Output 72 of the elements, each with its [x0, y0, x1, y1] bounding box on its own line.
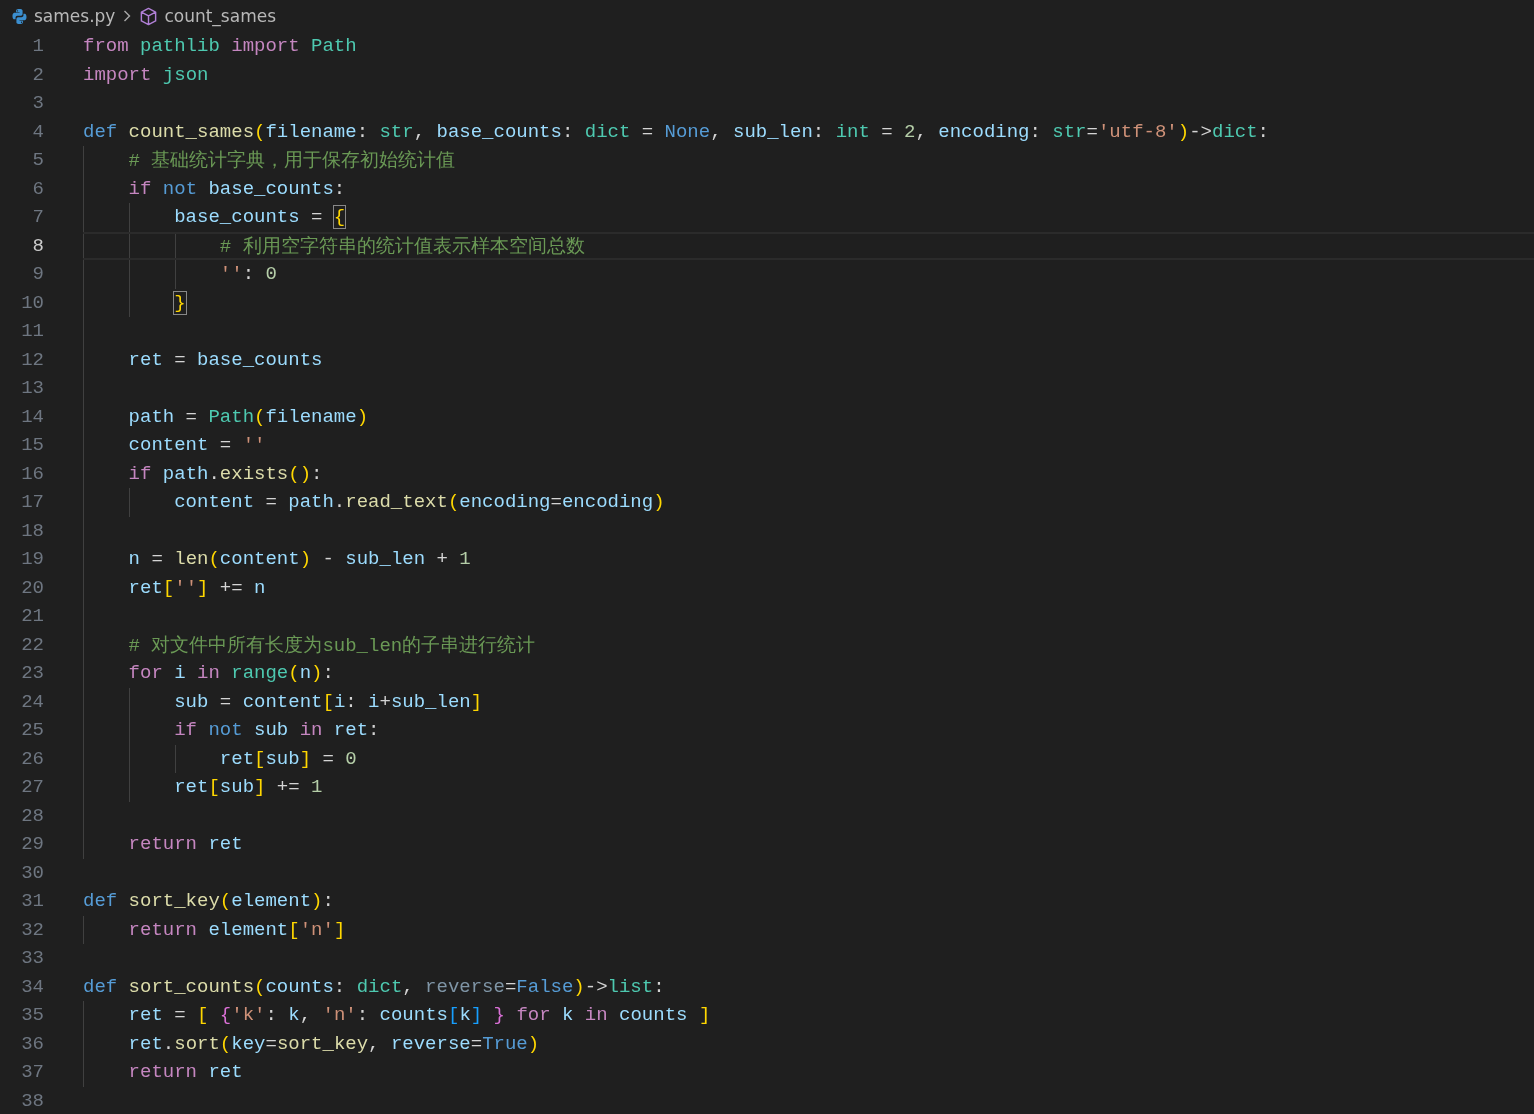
line-number: 29 [20, 833, 44, 856]
line-number: 35 [20, 1004, 44, 1027]
line-number: 33 [20, 947, 44, 970]
line-number: 22 [20, 633, 44, 656]
line-number: 18 [20, 519, 44, 542]
code-line: from pathlib import Path [83, 35, 357, 58]
line-number: 10 [20, 291, 44, 314]
breadcrumb-file[interactable]: sames.py [34, 6, 116, 26]
line-number: 30 [20, 861, 44, 884]
code-line: } [173, 291, 186, 314]
code-line: ret = [ {'k': k, 'n': counts[k] } for k in counts ] [127, 1004, 711, 1027]
line-number: 24 [20, 690, 44, 713]
code-line: n = len(content) - sub_len + 1 [127, 548, 471, 571]
line-number: 38 [20, 1089, 44, 1112]
line-number: 19 [20, 548, 44, 571]
code-line: '': 0 [218, 263, 277, 286]
code-line: def sort_key(element): [83, 890, 334, 913]
code-line: sub = content[i: i+sub_len] [173, 690, 483, 713]
line-number: 3 [31, 92, 44, 115]
line-number: 28 [20, 804, 44, 827]
line-number: 37 [20, 1061, 44, 1084]
code-line: ret = base_counts [127, 348, 323, 371]
code-line: def sort_counts(counts: dict, reverse=False)->list: [83, 975, 665, 998]
line-number: 20 [20, 576, 44, 599]
code-line: content = path.read_text(encoding=encoding) [173, 491, 665, 514]
line-number: 16 [20, 462, 44, 485]
line-number: 32 [20, 918, 44, 941]
line-number: 31 [20, 890, 44, 913]
code-line: content = '' [127, 434, 266, 457]
chevron-right-icon [123, 10, 132, 22]
code-line: return ret [127, 1061, 243, 1084]
line-number: 12 [20, 348, 44, 371]
code-line: ret[sub] = 0 [218, 747, 357, 770]
code-line: return ret [127, 833, 243, 856]
code-line: if path.exists(): [127, 462, 323, 485]
line-number: 13 [20, 377, 44, 400]
code-line: return element['n'] [127, 918, 346, 941]
code-line: ret[''] += n [127, 576, 266, 599]
code-line: # 基础统计字典，用于保存初始统计值 [127, 149, 456, 174]
code-line: # 对文件中所有长度为sub_len的子串进行统计 [127, 633, 536, 658]
line-number: 17 [20, 491, 44, 514]
cube-icon [139, 6, 159, 26]
line-number: 21 [20, 605, 44, 628]
code-line: for i in range(n): [127, 662, 334, 685]
line-number: 36 [20, 1032, 44, 1055]
line-number: 2 [31, 63, 44, 86]
code-line: ret.sort(key=sort_key, reverse=True) [127, 1032, 540, 1055]
line-number: 27 [20, 776, 44, 799]
code-line: def count_sames(filename: str, base_counts: dict = None, sub_len: int = 2, encoding: str='utf-8')->dict: [83, 120, 1269, 143]
code-line: base_counts = { [173, 206, 346, 229]
line-number: 23 [20, 662, 44, 685]
breadcrumb-symbol[interactable]: count_sames [164, 6, 277, 26]
line-number: 9 [31, 263, 44, 286]
line-number: 25 [20, 719, 44, 742]
line-number: 6 [31, 177, 44, 200]
line-number: 8 [31, 234, 44, 257]
line-number: 11 [20, 320, 44, 343]
code-line: ret[sub] += 1 [173, 776, 323, 799]
line-number: 26 [20, 747, 44, 770]
line-number: 7 [31, 206, 44, 229]
code-line: # 利用空字符串的统计值表示样本空间总数 [218, 234, 585, 259]
line-number: 4 [31, 120, 44, 143]
line-number: 1 [31, 35, 44, 58]
line-number: 14 [20, 405, 44, 428]
python-file-icon [11, 7, 28, 25]
code-line: import json [83, 63, 209, 86]
line-number: 5 [31, 149, 44, 172]
code-line: path = Path(filename) [127, 405, 369, 428]
line-number: 15 [20, 434, 44, 457]
code-line: if not base_counts: [127, 177, 346, 200]
line-number: 34 [20, 975, 44, 998]
code-line: if not sub in ret: [173, 719, 380, 742]
